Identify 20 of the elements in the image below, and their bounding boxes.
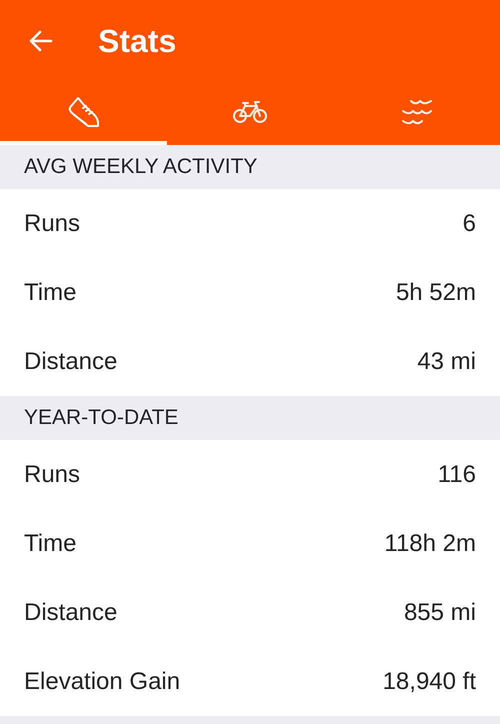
shoe-icon xyxy=(66,94,100,128)
section-title: AVG WEEKLY ACTIVITY xyxy=(24,154,258,180)
stat-value: 855 mi xyxy=(404,598,476,628)
stat-label: Time xyxy=(24,278,76,308)
stat-label: Elevation Gain xyxy=(24,666,180,696)
stat-label: Time xyxy=(24,528,76,558)
stat-label: Distance xyxy=(24,598,118,628)
stat-value: 43 mi xyxy=(417,346,476,376)
stat-label: Distance xyxy=(24,346,118,376)
bicycle-icon xyxy=(233,100,267,124)
screen-title: Stats xyxy=(98,22,176,61)
stat-label: Runs xyxy=(24,208,80,238)
stat-value: 6 xyxy=(462,208,476,238)
stat-label: Runs xyxy=(24,460,80,490)
back-arrow-icon xyxy=(29,30,53,52)
stat-value: 5h 52m xyxy=(396,278,476,308)
stat-value: 18,940 ft xyxy=(382,666,476,696)
section-title: YEAR-TO-DATE xyxy=(24,405,178,432)
stat-value: 118h 2m xyxy=(384,528,476,558)
stat-value: 116 xyxy=(438,460,476,490)
